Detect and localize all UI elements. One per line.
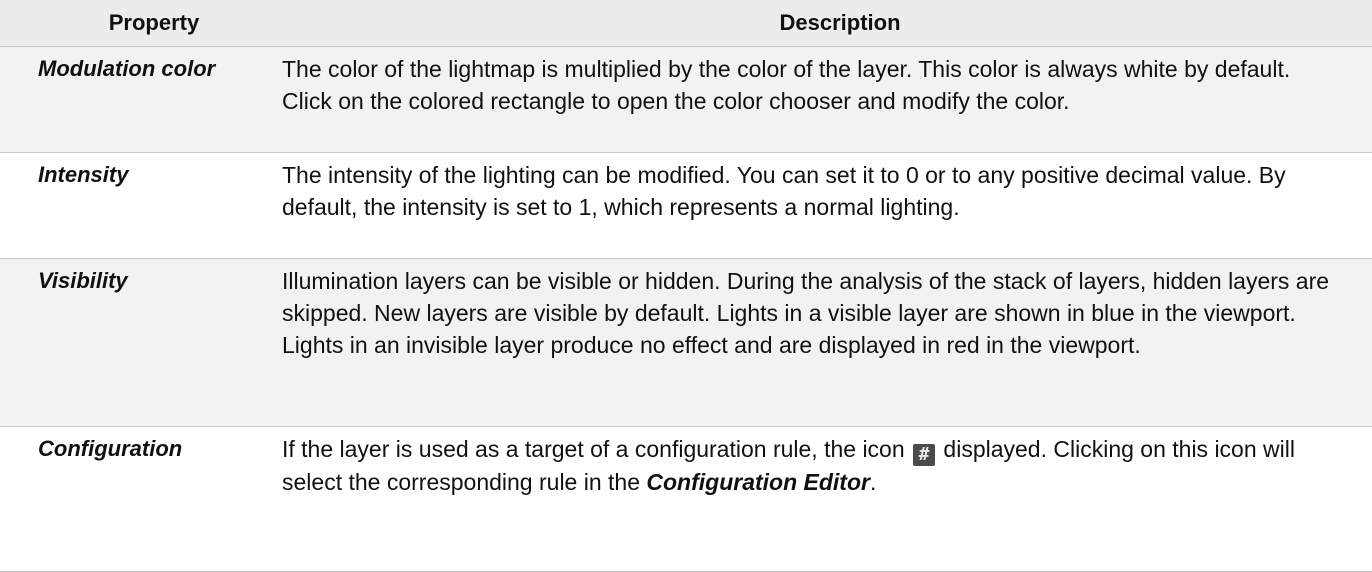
table-row: Intensity The intensity of the lighting … bbox=[0, 153, 1372, 259]
property-label: Intensity bbox=[38, 162, 129, 187]
property-description: The intensity of the lighting can be mod… bbox=[282, 162, 1286, 220]
description-text-part1: If the layer is used as a target of a co… bbox=[282, 436, 905, 462]
header-property: Property bbox=[108, 10, 200, 35]
property-name: Intensity bbox=[0, 153, 270, 258]
property-description: Illumination layers can be visible or hi… bbox=[282, 268, 1330, 358]
table-header-row: Property Description bbox=[0, 0, 1372, 47]
description-text-part3: . bbox=[869, 469, 877, 495]
property-description: If the layer is used as a target of a co… bbox=[270, 427, 1372, 571]
table-row: Visibility Illumination layers can be vi… bbox=[0, 259, 1372, 427]
property-table: Property Description Modulation color Th… bbox=[0, 0, 1372, 572]
property-description: The color of the lightmap is multiplied … bbox=[282, 56, 1291, 114]
property-name: Modulation color bbox=[0, 47, 270, 152]
configuration-editor-emphasis: Configuration Editor bbox=[646, 469, 870, 495]
header-description: Description bbox=[779, 10, 901, 35]
table-row: Configuration If the layer is used as a … bbox=[0, 427, 1372, 572]
hash-icon: # bbox=[913, 444, 936, 466]
property-name: Configuration bbox=[0, 427, 270, 571]
table-row: Modulation color The color of the lightm… bbox=[0, 47, 1372, 153]
property-label: Modulation color bbox=[38, 56, 216, 81]
property-label: Configuration bbox=[38, 436, 183, 461]
property-name: Visibility bbox=[0, 259, 270, 426]
property-label: Visibility bbox=[38, 268, 128, 293]
